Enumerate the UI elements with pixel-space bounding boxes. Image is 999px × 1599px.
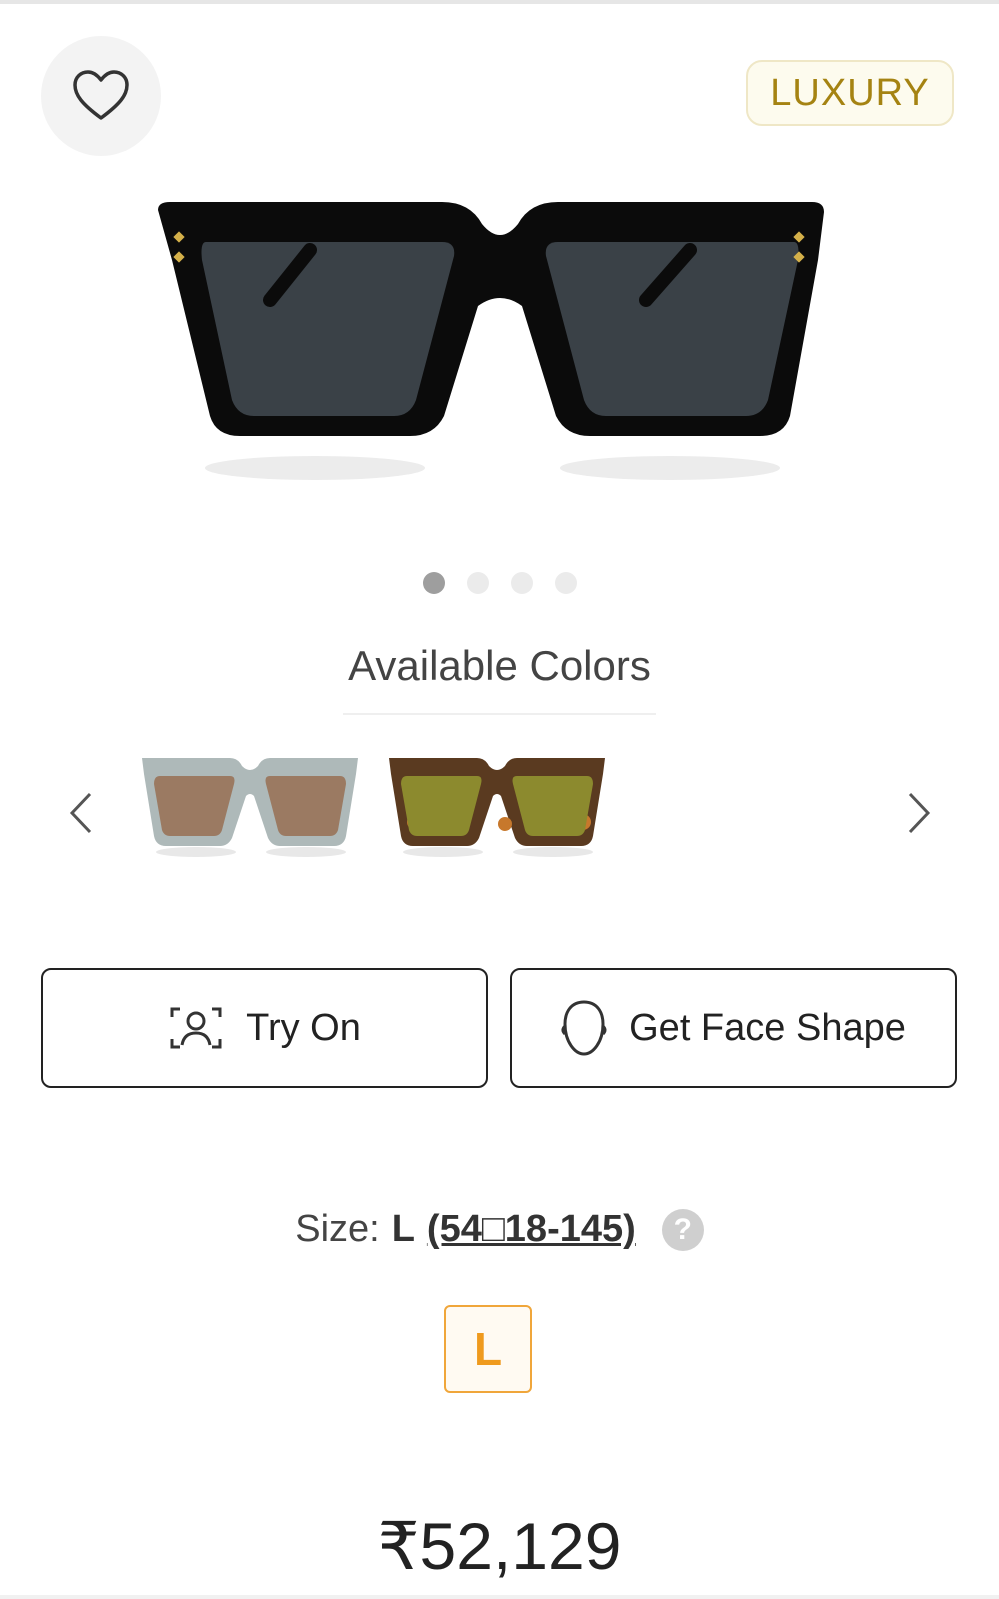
color-swatch-havana[interactable] — [385, 752, 610, 867]
wishlist-button[interactable] — [41, 36, 161, 156]
face-scan-icon — [170, 1007, 222, 1049]
size-option-l[interactable]: L — [444, 1305, 532, 1393]
heart-icon — [73, 70, 129, 120]
try-on-button[interactable]: Try On — [41, 968, 488, 1088]
chevron-right-icon[interactable] — [902, 790, 936, 836]
get-face-shape-label: Get Face Shape — [629, 1006, 906, 1049]
product-price: ₹52,129 — [377, 1509, 622, 1583]
pagination-dot[interactable] — [554, 572, 577, 594]
size-label: Size: — [295, 1208, 380, 1250]
get-face-shape-button[interactable]: Get Face Shape — [510, 968, 957, 1088]
gallery-pagination — [0, 572, 999, 594]
luxury-badge: LUXURY — [746, 60, 954, 126]
color-swatch-grey[interactable] — [138, 752, 363, 867]
face-outline-icon — [561, 1000, 607, 1056]
pagination-dot[interactable] — [466, 572, 489, 594]
size-info: Size: L (54□18-145) ? — [0, 1208, 999, 1251]
size-dimensions-link[interactable]: (54□18-145) — [427, 1208, 636, 1251]
bottom-divider — [0, 1595, 999, 1599]
title-underline — [343, 713, 656, 715]
product-image[interactable] — [150, 190, 850, 510]
top-divider — [0, 0, 999, 4]
chevron-left-icon[interactable] — [64, 790, 98, 836]
pagination-dot[interactable] — [510, 572, 533, 594]
pagination-dot[interactable] — [422, 572, 445, 594]
help-icon[interactable]: ? — [661, 1208, 704, 1251]
size-value: L — [391, 1208, 415, 1250]
try-on-label: Try On — [246, 1006, 361, 1049]
available-colors-title: Available Colors — [348, 642, 651, 689]
